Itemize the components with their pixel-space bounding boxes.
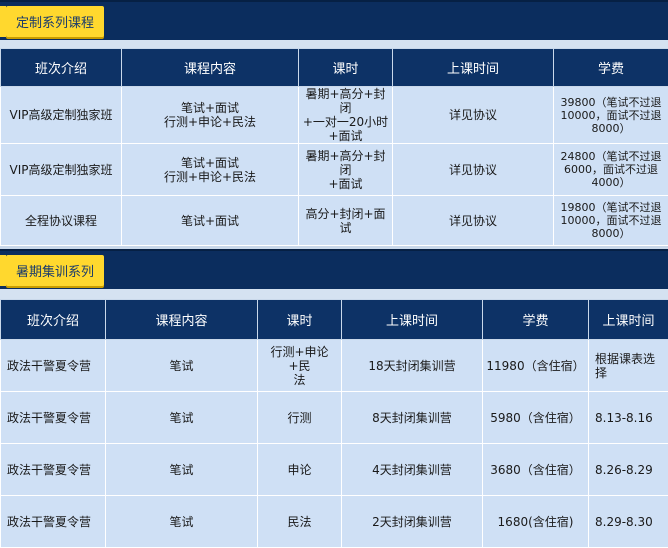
cell-class: VIP高级定制独家班 xyxy=(1,87,122,144)
section-header-summer: 暑期集训系列 xyxy=(0,249,668,291)
cell-content: 笔试 xyxy=(106,340,258,392)
col-header-class: 班次介绍 xyxy=(1,300,106,340)
cell-hours: 暑期+高分+封闭+面试 xyxy=(299,144,393,196)
col-header-schedule: 上课时间 xyxy=(393,49,554,87)
cell-content: 笔试+面试行测+申论+民法 xyxy=(122,144,299,196)
cell-content: 笔试 xyxy=(106,392,258,444)
cell-fee: 3680（含住宿） xyxy=(483,444,589,496)
table-row: 政法干警夏令营笔试申论4天封闭集训营3680（含住宿）8.26-8.29 xyxy=(1,444,668,496)
col-header-hours: 课时 xyxy=(299,49,393,87)
cell-schedule: 18天封闭集训营 xyxy=(342,340,483,392)
cell-hours: 行测 xyxy=(258,392,342,444)
cell-fee: 5980（含住宿） xyxy=(483,392,589,444)
table-row: VIP高级定制独家班笔试+面试行测+申论+民法暑期+高分+封闭+面试详见协议24… xyxy=(1,144,668,196)
cell-content: 笔试+面试 xyxy=(122,196,299,246)
cell-class: 政法干警夏令营 xyxy=(1,340,106,392)
cell-fee: 11980（含住宿） xyxy=(483,340,589,392)
col-header-hours: 课时 xyxy=(258,300,342,340)
cell-schedule: 8天封闭集训营 xyxy=(342,392,483,444)
col-header-content: 课程内容 xyxy=(106,300,258,340)
cell-time: 8.26-8.29 xyxy=(589,444,668,496)
cell-hours: 行测+申论+民法 xyxy=(258,340,342,392)
cell-class: VIP高级定制独家班 xyxy=(1,144,122,196)
summer-course-table: 班次介绍 课程内容 课时 上课时间 学费 上课时间 政法干警夏令营笔试行测+申论… xyxy=(0,299,668,548)
col-header-fee: 学费 xyxy=(483,300,589,340)
cell-fee: 1680(含住宿) xyxy=(483,496,589,548)
cell-hours: 申论 xyxy=(258,444,342,496)
table-row: 政法干警夏令营笔试民法2天封闭集训营1680(含住宿)8.29-8.30 xyxy=(1,496,668,548)
cell-time: 8.29-8.30 xyxy=(589,496,668,548)
cell-schedule: 4天封闭集训营 xyxy=(342,444,483,496)
cell-schedule: 详见协议 xyxy=(393,144,554,196)
cell-class: 政法干警夏令营 xyxy=(1,444,106,496)
section-band xyxy=(0,40,668,48)
table-header-row: 班次介绍 课程内容 课时 上课时间 学费 上课时间 xyxy=(1,300,668,340)
col-header-schedule: 上课时间 xyxy=(342,300,483,340)
cell-content: 笔试 xyxy=(106,496,258,548)
cell-hours: 高分+封闭+面试 xyxy=(299,196,393,246)
section-header-custom: 定制系列课程 xyxy=(0,0,668,42)
cell-hours: 民法 xyxy=(258,496,342,548)
cell-content: 笔试+面试行测+申论+民法 xyxy=(122,87,299,144)
custom-course-table: 班次介绍 课程内容 课时 上课时间 学费 VIP高级定制独家班笔试+面试行测+申… xyxy=(0,48,668,246)
table-header-row: 班次介绍 课程内容 课时 上课时间 学费 xyxy=(1,49,668,87)
table-row: 政法干警夏令营笔试行测8天封闭集训营5980（含住宿）8.13-8.16 xyxy=(1,392,668,444)
table-row: 全程协议课程笔试+面试高分+封闭+面试详见协议19800（笔试不过退10000，… xyxy=(1,196,668,246)
cell-content: 笔试 xyxy=(106,444,258,496)
cell-class: 全程协议课程 xyxy=(1,196,122,246)
section-tab-summer[interactable]: 暑期集训系列 xyxy=(6,255,104,286)
col-header-content: 课程内容 xyxy=(122,49,299,87)
cell-fee: 39800（笔试不过退10000，面试不过退8000） xyxy=(554,87,668,144)
cell-fee: 24800（笔试不过退6000，面试不过退4000） xyxy=(554,144,668,196)
cell-class: 政法干警夏令营 xyxy=(1,496,106,548)
cell-schedule: 2天封闭集训营 xyxy=(342,496,483,548)
cell-class: 政法干警夏令营 xyxy=(1,392,106,444)
cell-schedule: 详见协议 xyxy=(393,87,554,144)
cell-time: 8.13-8.16 xyxy=(589,392,668,444)
section-tab-custom[interactable]: 定制系列课程 xyxy=(6,6,104,37)
col-header-time: 上课时间 xyxy=(589,300,668,340)
col-header-class: 班次介绍 xyxy=(1,49,122,87)
col-header-fee: 学费 xyxy=(554,49,668,87)
table-row: 政法干警夏令营笔试行测+申论+民法18天封闭集训营11980（含住宿）根据课表选… xyxy=(1,340,668,392)
table-row: VIP高级定制独家班笔试+面试行测+申论+民法暑期+高分+封闭+一对一20小时+… xyxy=(1,87,668,144)
cell-fee: 19800（笔试不过退10000，面试不过退8000） xyxy=(554,196,668,246)
section-band xyxy=(0,289,668,299)
cell-time: 根据课表选择 xyxy=(589,340,668,392)
cell-schedule: 详见协议 xyxy=(393,196,554,246)
cell-hours: 暑期+高分+封闭+一对一20小时+面试 xyxy=(299,87,393,144)
